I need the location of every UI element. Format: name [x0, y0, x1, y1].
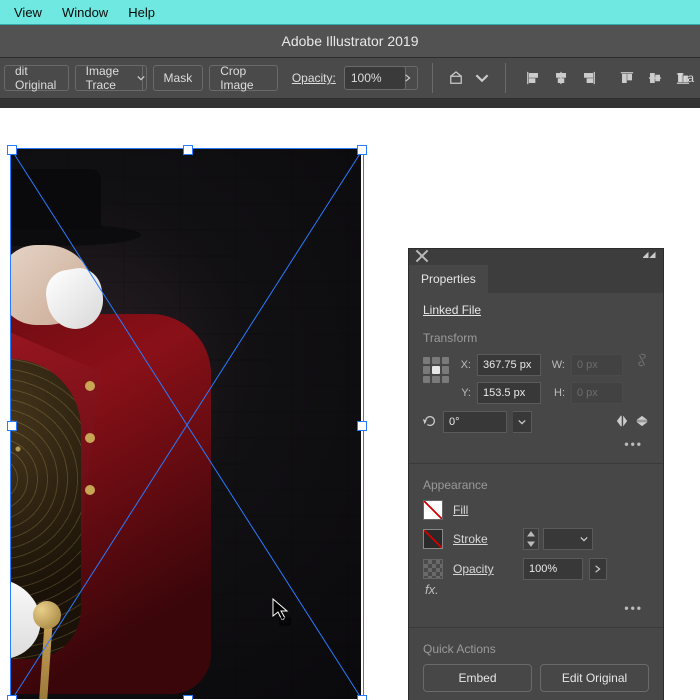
h-field[interactable]: 0 px	[571, 382, 623, 404]
selection-bounding-box[interactable]	[10, 148, 364, 700]
tab-properties[interactable]: Properties	[409, 265, 488, 293]
opacity-field[interactable]: 100%	[344, 66, 406, 90]
menu-window[interactable]: Window	[52, 3, 118, 22]
align-left-icon[interactable]	[520, 65, 546, 91]
handle-top-left[interactable]	[7, 145, 17, 155]
image-trace-button[interactable]: Image Trace	[75, 65, 143, 91]
app-root: View Window Help Adobe Illustrator 2019 …	[0, 0, 700, 700]
image-trace-dropdown[interactable]	[136, 65, 147, 91]
align-hcenter-icon[interactable]	[548, 65, 574, 91]
truncated-label: Tra	[670, 58, 700, 98]
handle-bottom-left[interactable]	[7, 695, 17, 700]
y-field[interactable]: 153.5 px	[477, 382, 541, 404]
angle-dropdown[interactable]	[513, 411, 532, 433]
transform-heading: Transform	[423, 331, 649, 345]
os-menu-bar: View Window Help	[0, 0, 700, 25]
app-chrome: Adobe Illustrator 2019 dit Original Imag…	[0, 25, 700, 111]
handle-top-right[interactable]	[357, 145, 367, 155]
handle-left[interactable]	[7, 421, 17, 431]
x-field[interactable]: 367.75 px	[477, 354, 541, 376]
opacity-dropdown-panel[interactable]	[589, 558, 607, 580]
app-title: Adobe Illustrator 2019	[282, 33, 419, 49]
qa-edit-original-button[interactable]: Edit Original	[540, 664, 649, 692]
canvas[interactable]: Properties Linked File Transform X: 367.…	[0, 108, 700, 700]
stroke-weight-stepper[interactable]	[523, 528, 539, 550]
separator	[432, 63, 433, 93]
opacity-swatch[interactable]	[423, 559, 443, 579]
title-bar: Adobe Illustrator 2019	[0, 25, 700, 57]
transform-dropdown-icon[interactable]	[472, 65, 491, 91]
handle-right[interactable]	[357, 421, 367, 431]
opacity-label: Opacity:	[292, 71, 336, 85]
h-label: H:	[547, 387, 565, 399]
y-label: Y:	[457, 387, 471, 399]
appearance-more-icon[interactable]: •••	[423, 597, 649, 617]
x-label: X:	[457, 359, 471, 371]
rotate-icon	[423, 414, 437, 431]
collapse-panel-icon[interactable]	[643, 249, 657, 266]
opacity-label-panel[interactable]: Opacity	[453, 562, 513, 576]
handle-top[interactable]	[183, 145, 193, 155]
qa-embed-button[interactable]: Embed	[423, 664, 532, 692]
fill-swatch[interactable]	[423, 500, 443, 520]
fill-label[interactable]: Fill	[453, 503, 513, 517]
close-panel-icon[interactable]	[415, 249, 429, 266]
constrain-proportions-icon[interactable]	[635, 353, 649, 367]
quick-actions-heading: Quick Actions	[423, 642, 649, 656]
crop-image-button[interactable]: Crop Image	[209, 65, 278, 91]
opacity-dropdown[interactable]	[399, 66, 418, 90]
opacity-value-field[interactable]: 100%	[523, 558, 583, 580]
reference-point-picker[interactable]	[423, 357, 449, 383]
selection-type-label[interactable]: Linked File	[423, 303, 481, 317]
appearance-heading: Appearance	[423, 478, 649, 492]
stroke-label[interactable]: Stroke	[453, 532, 513, 546]
handle-bottom[interactable]	[183, 695, 193, 700]
flip-vertical-icon[interactable]	[635, 414, 649, 431]
menu-view[interactable]: View	[4, 3, 52, 22]
edit-original-button[interactable]: dit Original	[4, 65, 69, 91]
panel-title-bar[interactable]	[409, 249, 663, 265]
properties-panel: Properties Linked File Transform X: 367.…	[408, 248, 664, 700]
stroke-swatch[interactable]	[423, 529, 443, 549]
control-bar: dit Original Image Trace Mask Crop Image…	[0, 57, 700, 99]
align-top-icon[interactable]	[614, 65, 640, 91]
handle-bottom-right[interactable]	[357, 695, 367, 700]
w-field[interactable]: 0 px	[571, 354, 623, 376]
w-label: W:	[547, 359, 565, 371]
stroke-weight-dropdown[interactable]	[543, 528, 593, 550]
panel-tabs: Properties	[409, 265, 663, 293]
fx-button[interactable]: fx.	[423, 580, 649, 597]
angle-field[interactable]: 0°	[443, 411, 507, 433]
align-vcenter-icon[interactable]	[642, 65, 668, 91]
align-right-icon[interactable]	[576, 65, 602, 91]
transform-more-icon[interactable]: •••	[423, 433, 649, 453]
menu-help[interactable]: Help	[118, 3, 165, 22]
mask-button[interactable]: Mask	[153, 65, 204, 91]
transform-panel-icon[interactable]	[447, 65, 466, 91]
flip-horizontal-icon[interactable]	[615, 414, 629, 431]
separator	[505, 63, 506, 93]
